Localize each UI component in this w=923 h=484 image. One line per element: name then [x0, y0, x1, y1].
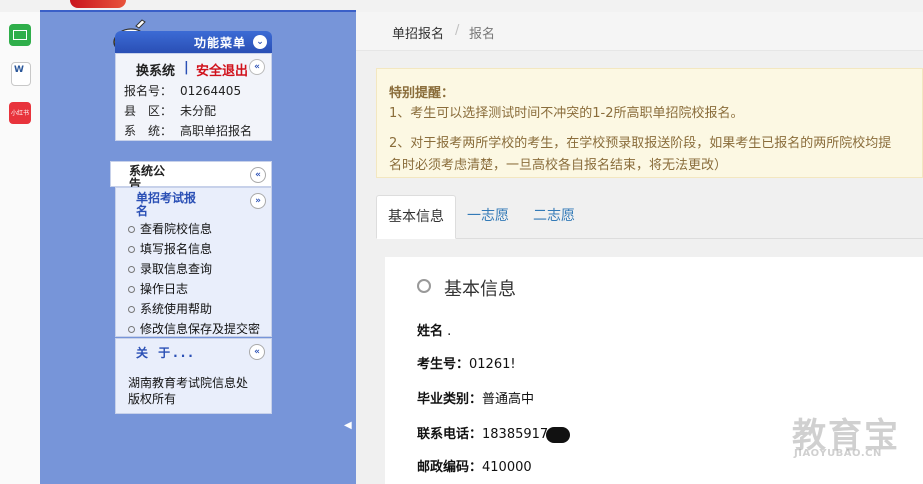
info-circle-icon [417, 279, 431, 293]
notice-line: 名时必须考虑清楚，一旦高校各自报名结束，将无法更改） [389, 158, 728, 173]
info-key: 系 统： [124, 124, 173, 138]
basic-info-heading: 基本信息 [444, 279, 516, 300]
field-postcode: 邮政编码：410000 [417, 456, 532, 475]
top-strip [0, 0, 923, 12]
exam-registration-title[interactable]: 单招考试报名 [136, 192, 206, 218]
redaction-mark [546, 426, 571, 443]
tab-bar: 基本信息 一志愿 二志愿 [376, 195, 923, 239]
field-value: 01261! [469, 357, 516, 372]
user-info-box: 换系统 | 安全退出 « 报名号： 01264405 县 区： 未分配 系 统： 高职… [115, 53, 272, 141]
info-value: 高职单招报名 [180, 124, 253, 138]
menu-item-admission-query[interactable]: 录取信息查询 [128, 259, 260, 279]
exam-menu-list: 查看院校信息 填写报名信息 录取信息查询 操作日志 系统使用帮助 修改信息保存及… [128, 219, 260, 339]
about-title[interactable]: 关 于... [136, 347, 196, 360]
tab-second-choice[interactable]: 二志愿 [522, 195, 586, 238]
function-menu-header: 功能菜单 ⌄ [115, 31, 272, 53]
menu-item-view-schools[interactable]: 查看院校信息 [128, 219, 260, 239]
field-label: 毕业类别： [417, 392, 483, 407]
collapse-icon[interactable]: « [250, 167, 266, 183]
chevron-down-icon[interactable]: ⌄ [253, 35, 267, 49]
menu-item-fill-registration[interactable]: 填写报名信息 [128, 239, 260, 259]
switch-system-link[interactable]: 换系统 [136, 60, 175, 79]
xiaohongshu-app-icon[interactable]: 小红书 [9, 102, 31, 124]
field-graduation-type: 毕业类别：普通高中 [417, 388, 534, 407]
collapse-icon[interactable]: « [249, 59, 265, 75]
expand-icon[interactable]: » [250, 193, 266, 209]
watermark: 教育宝 JIAOYUBAO.CN [792, 408, 900, 459]
field-phone: 联系电话：18385917 [417, 423, 571, 443]
info-row-county: 县 区： 未分配 [124, 102, 216, 119]
watermark-url: JIAOYUBAO.CN [794, 448, 882, 459]
breadcrumb: 单招报名 / 报名 [356, 12, 923, 51]
xiaohongshu-label: 小红书 [10, 110, 29, 117]
announcement-panel[interactable]: 系统公告 « [110, 161, 272, 191]
tab-basic-info[interactable]: 基本信息 [376, 195, 456, 239]
field-name: 姓名 . [417, 320, 451, 339]
field-label: 联系电话： [417, 427, 483, 442]
mail-app-icon[interactable] [9, 24, 31, 46]
about-panel: 关 于... « 湖南教育考试院信息处版权所有 [115, 338, 272, 414]
info-key: 报名号： [124, 84, 173, 98]
notice-box: 特别提醒： 1、考生可以选择测试时间不冲突的1-2所高职单招院校报名。 2、对于… [376, 68, 923, 178]
menu-item-operation-log[interactable]: 操作日志 [128, 279, 260, 299]
info-value: 未分配 [180, 104, 217, 118]
exam-registration-panel: 单招考试报名 » 查看院校信息 填写报名信息 录取信息查询 操作日志 系统使用帮… [115, 187, 272, 337]
field-label: 考生号： [417, 357, 470, 372]
breadcrumb-current: 报名 [469, 27, 496, 42]
info-row-system: 系 统： 高职单招报名 [124, 122, 252, 139]
word-document-icon[interactable] [11, 62, 31, 86]
site-logo [70, 0, 126, 8]
notice-line: 1、考生可以选择测试时间不冲突的1-2所高职单招院校报名。 [389, 106, 744, 121]
menu-item-help[interactable]: 系统使用帮助 [128, 299, 260, 319]
info-row-reg-number: 报名号： 01264405 [124, 82, 241, 99]
link-separator: | [184, 60, 189, 75]
notice-line: 2、对于报考两所学校的考生，在学校预录取报送阶段，如果考生已报名的两所院校均提 [389, 136, 892, 151]
function-menu-title: 功能菜单 [193, 36, 246, 50]
notice-title: 特别提醒： [389, 86, 455, 101]
field-label: 姓名 [417, 324, 444, 339]
about-text: 湖南教育考试院信息处版权所有 [128, 376, 249, 406]
sidebar-toggle-icon[interactable]: ◀ [344, 420, 352, 431]
field-label: 邮政编码： [417, 460, 483, 475]
info-value: 01264405 [180, 84, 242, 98]
menu-item-change-password[interactable]: 修改信息保存及提交密 [128, 319, 260, 339]
field-value: 18385917 [482, 427, 549, 442]
field-value: 普通高中 [482, 392, 535, 407]
logout-link[interactable]: 安全退出 [196, 60, 248, 79]
tab-first-choice[interactable]: 一志愿 [456, 195, 520, 238]
field-value: . [447, 324, 452, 339]
breadcrumb-divider: / [455, 23, 460, 38]
field-exam-number: 考生号：01261! [417, 353, 516, 372]
info-key: 县 区： [124, 104, 173, 118]
collapse-icon[interactable]: « [249, 344, 265, 360]
field-value: 410000 [482, 460, 532, 475]
app-dock: 小红书 [0, 12, 41, 484]
breadcrumb-parent[interactable]: 单招报名 [392, 23, 444, 42]
